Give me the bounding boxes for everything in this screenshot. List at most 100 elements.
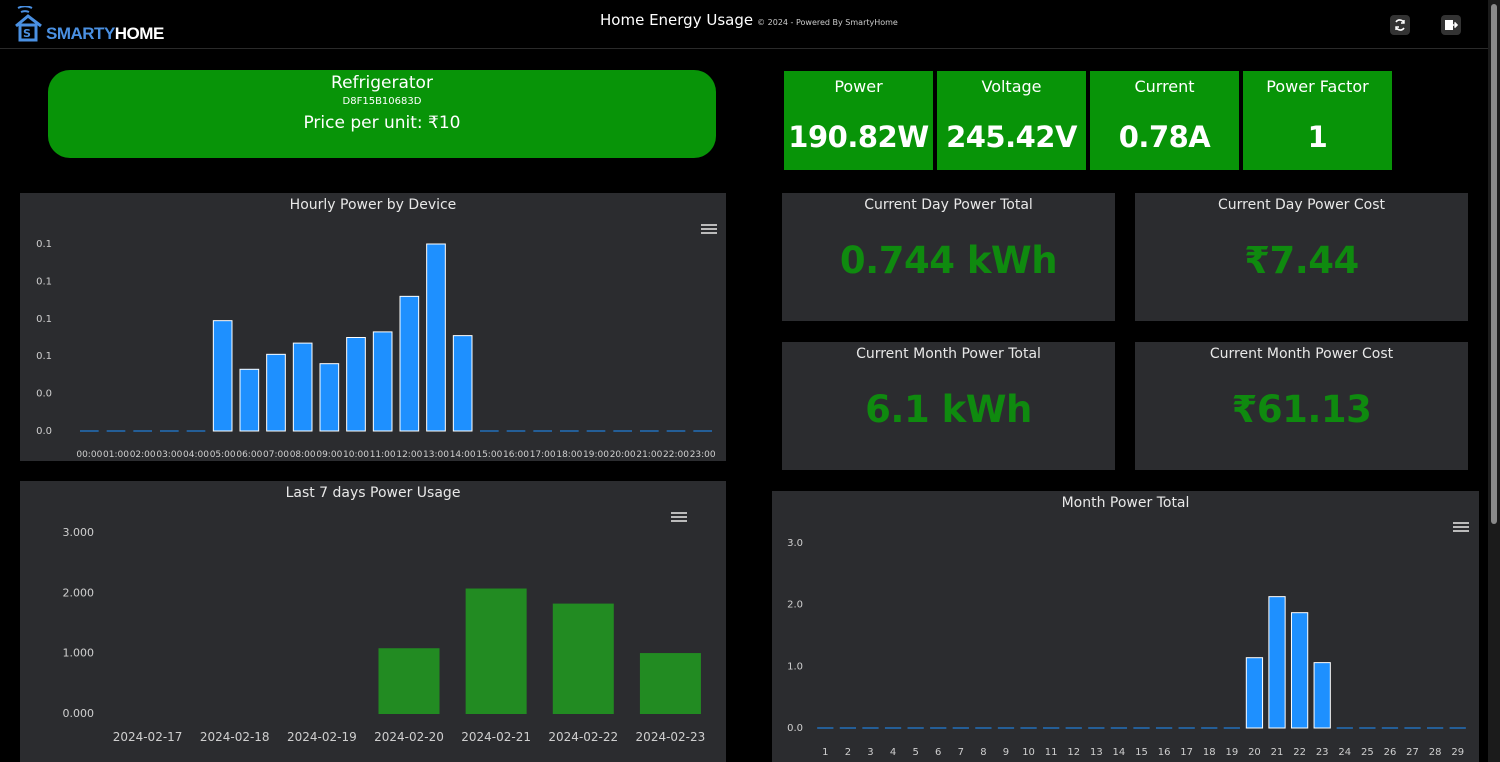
x-tick-label: 23	[1316, 747, 1329, 758]
bar	[1290, 612, 1309, 729]
x-tick-label: 17:00	[530, 450, 556, 460]
device-id: D8F15B10683D	[342, 96, 422, 107]
x-tick-label: 2024-02-22	[548, 730, 618, 744]
x-tick-label: 16:00	[503, 450, 529, 460]
x-tick-label: 4	[890, 747, 896, 758]
metric-value: 1	[1307, 120, 1328, 154]
y-tick-label: 0.1	[36, 276, 52, 287]
metric-value: 190.82W	[788, 120, 929, 154]
x-tick-label: 2024-02-23	[636, 730, 706, 744]
x-tick-label: 06:00	[236, 450, 262, 460]
x-tick-label: 11	[1045, 747, 1058, 758]
x-tick-label: 18:00	[556, 450, 582, 460]
bar	[1245, 657, 1264, 729]
x-tick-label: 16	[1158, 747, 1171, 758]
bar	[292, 342, 313, 432]
metric-label: Voltage	[981, 77, 1042, 96]
x-tick-label: 20	[1248, 747, 1261, 758]
x-tick-label: 6	[935, 747, 941, 758]
hourly-power-chart: 0.0 0.0 0.1 0.1 0.1 0.1 00:00 01:00 02:00 03:00 04…	[36, 239, 716, 460]
y-tick-label: 0.0	[36, 389, 52, 400]
last-7-days-chart-panel: Last 7 days Power Usage 0.000 1.000 2.000 3…	[20, 481, 726, 762]
stat-value: ₹61.13	[1231, 388, 1372, 431]
y-tick-label: 3.0	[787, 538, 803, 549]
page-title: Home Energy Usage	[600, 11, 754, 29]
x-tick-label: 13	[1090, 747, 1103, 758]
x-tick-label: 2024-02-21	[461, 730, 531, 744]
x-tick-label: 24	[1338, 747, 1351, 758]
page-subtitle: © 2024 - Powered By SmartyHome	[757, 18, 898, 27]
x-tick-label: 1	[822, 747, 828, 758]
x-tick-label: 12:00	[396, 450, 422, 460]
refresh-button[interactable]	[1390, 15, 1410, 35]
x-tick-label: 2	[845, 747, 851, 758]
bar	[639, 653, 701, 714]
x-tick-label: 27	[1406, 747, 1419, 758]
y-tick-label: 2.000	[63, 586, 95, 599]
x-tick-label: 15:00	[476, 450, 502, 460]
x-tick-label: 00:00	[76, 450, 102, 460]
bar	[212, 320, 233, 432]
stat-value: 6.1 kWh	[865, 388, 1032, 431]
y-tick-label: 3.000	[63, 526, 95, 539]
app-title: Home Energy Usage © 2024 - Powered By Sma…	[600, 10, 898, 29]
bar	[1313, 662, 1331, 729]
x-tick-label: 19:00	[583, 450, 609, 460]
x-tick-label: 29	[1451, 747, 1464, 758]
bar	[378, 648, 440, 714]
x-tick-label: 19	[1225, 747, 1238, 758]
y-tick-label: 0.000	[63, 707, 95, 720]
stat-value: 0.744 kWh	[839, 239, 1058, 282]
x-tick-label: 23:00	[690, 450, 716, 460]
x-tick-label: 11:00	[370, 450, 396, 460]
x-tick-label: 08:00	[290, 450, 316, 460]
logo-text-home: HOME	[114, 24, 165, 43]
scrollbar-thumb[interactable]	[1491, 4, 1497, 524]
hourly-power-chart-panel: Hourly Power by Device 0.0 0.0 0.1 0.1 0.1 0.…	[20, 193, 726, 461]
x-tick-label: 04:00	[183, 450, 209, 460]
x-tick-label: 28	[1429, 747, 1442, 758]
x-tick-label: 8	[980, 747, 986, 758]
y-tick-label: 0.1	[36, 239, 52, 250]
metric-value: 0.78A	[1118, 120, 1211, 154]
last-7-days-chart: 0.000 1.000 2.000 3.000 2024-02-17 2024-02-18…	[63, 526, 706, 744]
bar	[239, 368, 260, 432]
stat-value: ₹7.44	[1244, 239, 1359, 282]
metric-value: 245.42V	[946, 120, 1077, 154]
y-tick-label: 0.0	[36, 426, 52, 437]
stat-label: Current Month Power Total	[856, 346, 1041, 362]
x-tick-label: 10:00	[343, 450, 369, 460]
x-tick-label: 15	[1135, 747, 1148, 758]
bar	[372, 331, 393, 432]
x-tick-label: 14	[1113, 747, 1126, 758]
x-tick-label: 21:00	[636, 450, 662, 460]
metric-label: Current	[1134, 77, 1195, 96]
x-tick-label: 18	[1203, 747, 1216, 758]
x-tick-label: 09:00	[316, 450, 342, 460]
stat-label: Current Day Power Cost	[1217, 197, 1386, 213]
price-per-unit: Price per unit: ₹10	[303, 113, 461, 133]
x-tick-label: 2024-02-17	[113, 730, 183, 744]
x-tick-label: 2024-02-19	[287, 730, 357, 744]
x-tick-label: 2024-02-18	[200, 730, 270, 744]
x-tick-label: 07:00	[263, 450, 289, 460]
bar	[452, 335, 473, 432]
top-bar: S SMARTYHOME Home Energy Usage © 2024 - P…	[0, 0, 1488, 49]
metric-voltage: Voltage 245.42V	[937, 71, 1086, 170]
x-tick-label: 26	[1384, 747, 1397, 758]
x-tick-label: 9	[1003, 747, 1009, 758]
stat-month-total: Current Month Power Total 6.1 kWh	[782, 342, 1115, 470]
metric-current: Current 0.78A	[1090, 71, 1239, 170]
svg-text:S: S	[23, 27, 31, 40]
x-tick-label: 01:00	[103, 450, 129, 460]
page-scrollbar[interactable]	[1488, 0, 1500, 762]
logout-button[interactable]	[1441, 15, 1461, 35]
x-tick-label: 12	[1067, 747, 1080, 758]
smartyhome-logo[interactable]: S SMARTYHOME	[14, 6, 164, 44]
y-tick-label: 2.0	[787, 600, 803, 611]
stat-label: Current Month Power Cost	[1209, 346, 1394, 362]
stat-day-total: Current Day Power Total 0.744 kWh	[782, 193, 1115, 321]
x-tick-label: 22	[1293, 747, 1306, 758]
x-tick-label: 21	[1271, 747, 1284, 758]
month-power-chart: 0.01.02.03.01 2 3 4 5 6 7 8 9 10 11 12 13 14 15 16 17 18 1…	[787, 538, 1466, 758]
